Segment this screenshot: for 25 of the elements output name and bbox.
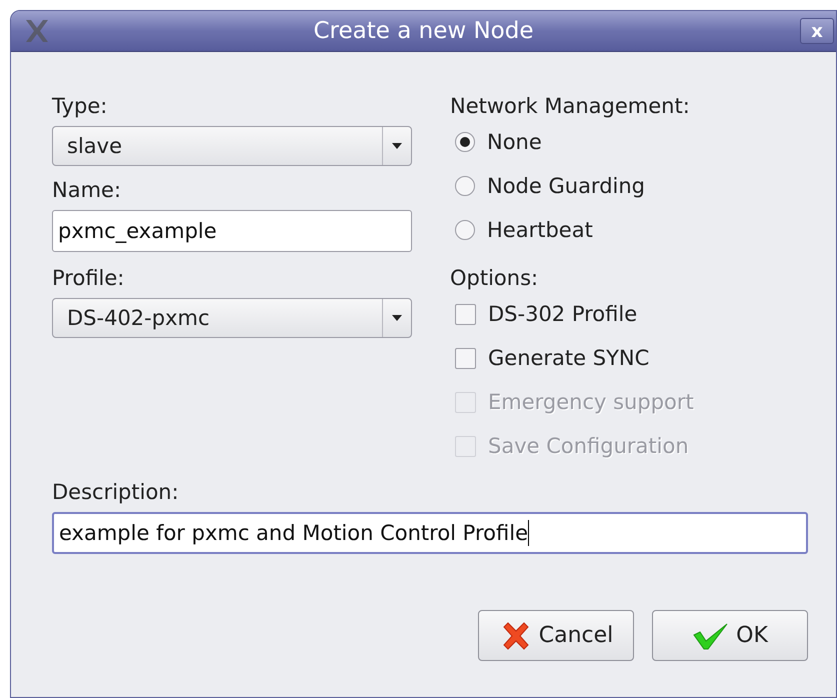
description-field[interactable]: example for pxmc and Motion Control Profile	[52, 512, 808, 554]
radio-label[interactable]: None	[487, 130, 542, 154]
radio-button[interactable]	[455, 176, 475, 196]
radio-label[interactable]: Heartbeat	[487, 218, 593, 242]
cancel-button[interactable]: Cancel	[478, 610, 634, 661]
checkbox[interactable]	[455, 348, 476, 368]
section-label: Options:	[450, 265, 538, 292]
checkmark-icon	[692, 620, 730, 650]
radio-button[interactable]	[455, 220, 475, 240]
checkbox-label[interactable]: Generate SYNC	[488, 346, 650, 370]
checkbox-label[interactable]: DS-302 Profile	[488, 302, 638, 326]
window-title: Create a new Node	[313, 18, 534, 44]
field-label: Name:	[52, 177, 122, 204]
name-field[interactable]: pxmc_example	[52, 210, 412, 252]
section-label: Network Management:	[450, 93, 690, 120]
x-logo-icon	[23, 17, 51, 45]
ok-button[interactable]: OK	[652, 610, 808, 661]
profile-dropdown[interactable]: DS-402-pxmc	[52, 298, 412, 338]
checkbox[interactable]	[455, 304, 476, 324]
radio-button[interactable]	[455, 132, 475, 152]
field-label: Type:	[52, 93, 108, 120]
field-label: Description:	[52, 479, 179, 506]
radio-label[interactable]: Node Guarding	[487, 174, 646, 198]
type-dropdown[interactable]: slave	[52, 126, 412, 166]
field-label: Profile:	[52, 265, 124, 292]
